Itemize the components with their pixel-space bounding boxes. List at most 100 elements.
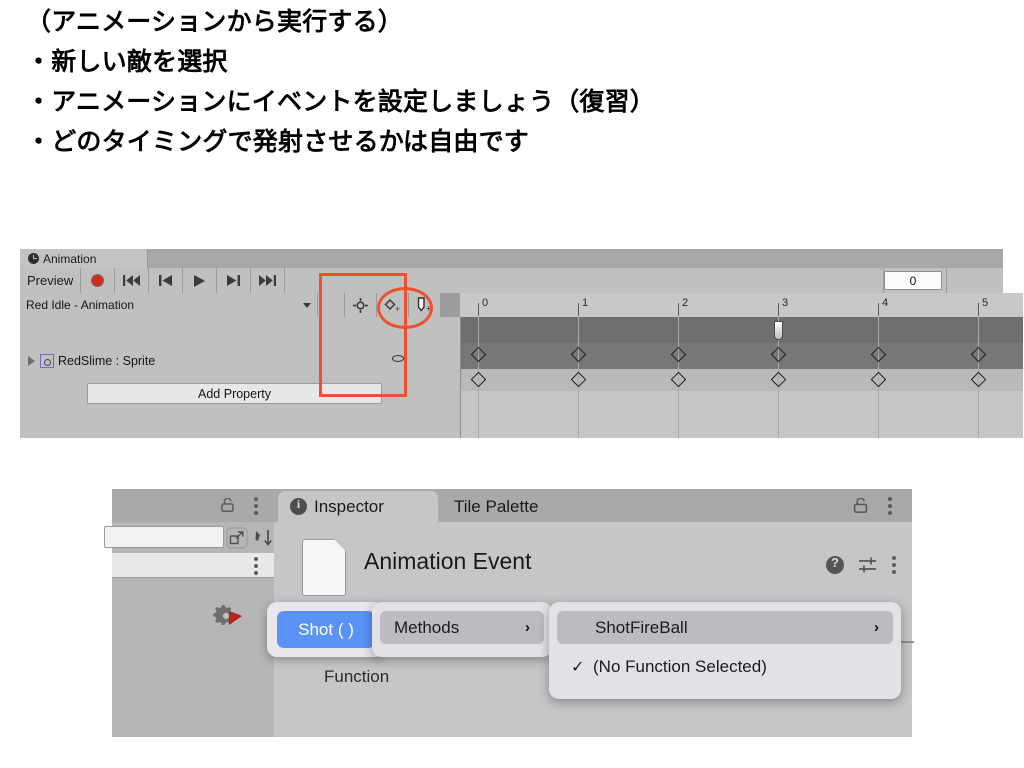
step-back-icon [159,275,173,286]
timeline-ruler[interactable]: 0 1 2 3 4 5 [460,293,1023,318]
add-keyframe-diamond-icon: + [384,298,400,313]
add-keyframe-diamond-button[interactable]: + [377,293,409,317]
more-options-icon[interactable] [892,556,896,574]
add-property-button[interactable]: Add Property [87,383,382,404]
ruler-label-2: 2 [682,297,689,309]
function-label: Function [324,667,390,686]
lock-icon[interactable] [853,498,868,513]
sort-icon[interactable] [252,527,274,549]
animation-window: Animation Preview 0 Red Idle - Animation… [20,249,1023,438]
play-icon [193,274,205,287]
sprite-icon [40,354,54,368]
animation-tabbar: Animation [20,249,1003,268]
toolbar-tail [946,268,1003,293]
menu-item-no-function-selected[interactable]: ✓ (No Function Selected) [557,650,893,683]
methods-menu-panel: Methods › [372,602,552,657]
tab-inspector-label: Inspector [314,496,384,516]
timeline-body[interactable] [460,317,1023,438]
timeline-track-band [460,369,1023,391]
inspector-window: Inspector Tile Palette Animation Event [104,489,914,737]
tab-tile-palette-label: Tile Palette [454,496,539,516]
document-icon [302,539,346,596]
left-panel-row[interactable] [112,553,274,578]
ellipse-icon[interactable] [392,355,404,362]
add-keyframe-icon [353,297,368,313]
clock-icon [28,253,39,264]
record-button[interactable] [81,268,116,293]
slide-line-3: ・アニメーションにイベントを設定しましょう（復習） [26,88,656,116]
triangle-right-icon[interactable] [28,356,35,366]
more-options-icon[interactable] [888,497,892,515]
left-panel-body [104,522,274,737]
slide-line-2: ・新しい敵を選択 [26,48,228,76]
prev-frame-button[interactable] [149,268,184,293]
ruler-label-4: 4 [882,297,889,309]
ruler-label-0: 0 [482,297,489,309]
ruler-tick-2 [678,303,679,316]
lock-icon[interactable] [221,498,234,512]
tab-tile-palette[interactable]: Tile Palette [454,491,538,522]
more-options-icon[interactable] [254,497,258,515]
add-event-button[interactable]: + [409,293,441,317]
chevron-right-icon: › [874,619,879,636]
check-icon: ✓ [571,658,585,676]
skip-to-end-icon [259,275,277,286]
ruler-label-1: 1 [582,297,589,309]
ruler-label-3: 3 [782,297,789,309]
first-frame-button[interactable] [115,268,150,293]
slide-text-block: （アニメーションから実行する） ・新しい敵を選択 ・アニメーションにイベントを設… [26,10,1006,170]
add-event-icon: + [417,297,432,313]
open-in-new-icon[interactable] [226,527,248,549]
menu-item-methods-label: Methods [394,617,460,637]
clip-row-gap [318,293,345,317]
tab-animation-label: Animation [43,251,97,266]
timeline-summary-band [460,343,1023,369]
last-frame-button[interactable] [251,268,286,293]
inspector-tabbar: Inspector Tile Palette [274,489,912,522]
animation-toolbar: Preview 0 [20,268,1003,294]
help-icon[interactable] [826,555,844,574]
next-frame-button[interactable] [217,268,252,293]
menu-item-shotfireball[interactable]: ShotFireBall › [557,611,893,644]
inspector-header-icons [826,555,896,574]
current-frame-input[interactable]: 0 [884,271,942,290]
play-button[interactable] [183,268,218,293]
svg-text:+: + [395,304,400,313]
ruler-tick-5 [978,303,979,316]
selected-method-pill[interactable]: Shot ( ) [277,611,375,648]
page-title: Animation Event [364,548,532,574]
left-panel-row-more-icon[interactable] [254,557,258,575]
playhead[interactable] [774,321,783,340]
menu-item-methods[interactable]: Methods › [380,611,544,644]
left-panel-tabbar [112,489,274,522]
menu-item-shotfireball-label: ShotFireBall [595,617,688,637]
animation-hierarchy-panel: RedSlime : Sprite Add Property [20,317,461,438]
clip-selector-value: Red Idle - Animation [26,298,135,312]
timeline-empty-band [460,391,1023,438]
preset-icon[interactable] [858,556,878,574]
slide-line-4: ・どのタイミングで発射させるかは自由です [26,128,530,156]
tab-inspector[interactable]: Inspector [278,491,438,522]
chevron-right-icon: › [525,619,530,636]
skip-to-start-icon [123,275,141,286]
methods-submenu-panel: ShotFireBall › ✓ (No Function Selected) [549,602,901,699]
left-panel-search-field[interactable] [104,526,224,548]
slide-line-1: （アニメーションから実行する） [26,8,404,36]
menu-item-no-function-selected-label: (No Function Selected) [593,656,767,676]
ruler-tick-3 [778,303,779,316]
step-forward-icon [227,275,241,286]
gear-script-icon [213,605,242,625]
info-icon [290,497,307,515]
ruler-tick-0 [478,303,479,316]
ruler-label-5: 5 [982,297,989,309]
tab-animation[interactable]: Animation [20,249,148,268]
preview-button[interactable]: Preview [20,268,82,293]
add-keyframe-button[interactable] [345,293,377,317]
ruler-tick-1 [578,303,579,316]
record-icon [91,274,105,287]
clip-selector-dropdown[interactable]: Red Idle - Animation [20,293,318,317]
toolbar-spacer [285,268,884,293]
hierarchy-row-label: RedSlime : Sprite [58,354,156,368]
timeline-event-band [460,317,1023,343]
chevron-down-icon [303,302,311,308]
